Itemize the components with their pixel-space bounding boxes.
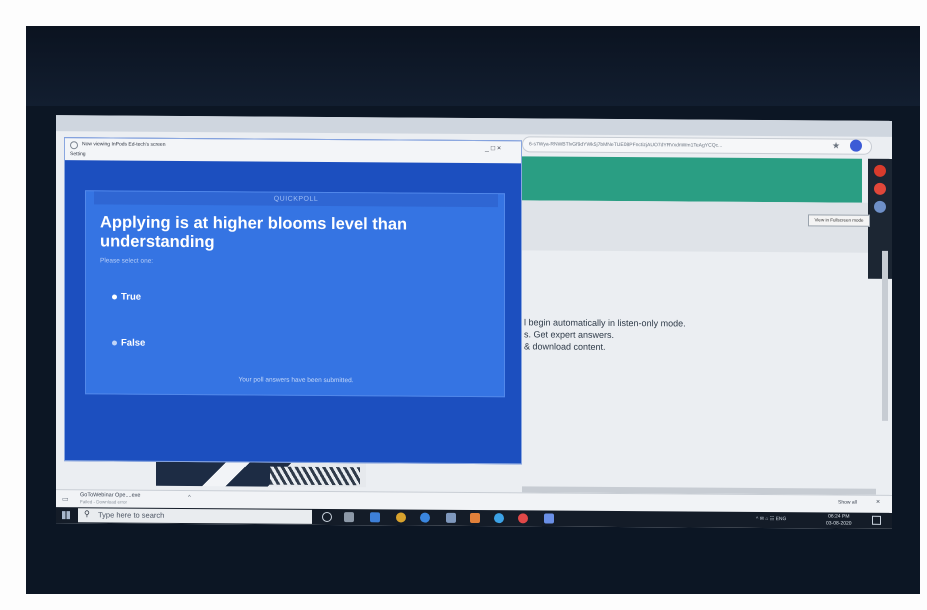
- clock-date: 03-08-2020: [826, 520, 852, 527]
- photo-frame: 6-s7Wya-RNWBTlvGf9dYWk5j7bMNeTUE08PFncti…: [0, 0, 927, 610]
- monitor-screen: 6-s7Wya-RNWBTlvGf9dYWk5j7bMNeTUE08PFncti…: [56, 115, 892, 529]
- download-file-icon: ▭: [62, 496, 69, 504]
- notification-icon[interactable]: [872, 515, 881, 525]
- skype-icon[interactable]: [494, 513, 504, 524]
- radio-selected-icon[interactable]: [112, 294, 117, 300]
- poll-option-false[interactable]: False: [112, 337, 146, 349]
- extension-fullscreen-icon[interactable]: [874, 200, 886, 213]
- screen-share-window: Now viewing InPods Ed-tech's screen Sett…: [64, 137, 522, 465]
- webinar-info-text: l begin automatically in listen-only mod…: [524, 316, 844, 354]
- radio-unselected-icon[interactable]: [112, 340, 117, 346]
- poll-header: QUICKPOLL: [94, 191, 498, 208]
- shield-icon[interactable]: [544, 513, 554, 524]
- poll-option-true[interactable]: True: [112, 291, 142, 303]
- close-icon[interactable]: ×: [876, 499, 880, 506]
- show-all-button[interactable]: Show all: [838, 500, 857, 506]
- chrome-icon[interactable]: [396, 512, 406, 523]
- webinar-banner: [522, 156, 862, 203]
- chevron-up-icon[interactable]: ^: [188, 495, 191, 501]
- quick-poll-panel: QUICKPOLL Applying is at higher blooms l…: [85, 190, 505, 398]
- profile-avatar-icon[interactable]: [850, 139, 862, 152]
- task-view-icon[interactable]: [344, 512, 354, 523]
- outlook-icon[interactable]: [370, 512, 380, 523]
- download-file-name[interactable]: GoToWebinar Ope....exe: [80, 492, 140, 498]
- taskbar-clock[interactable]: 06:24 PM 03-08-2020: [826, 513, 852, 527]
- browser-tab-bar: [56, 115, 892, 137]
- extension-record-icon[interactable]: [874, 164, 886, 177]
- hero-pattern: [270, 466, 360, 486]
- cortana-icon[interactable]: [322, 511, 332, 523]
- poll-submitted-message: Your poll answers have been submitted.: [238, 376, 354, 385]
- screen-share-icon: [70, 141, 78, 150]
- mail-icon[interactable]: [446, 512, 456, 523]
- poll-instruction: Please select one:: [100, 257, 154, 265]
- monitor-photo: 6-s7Wya-RNWBTlvGf9dYWk5j7bMNeTUE08PFncti…: [26, 26, 920, 594]
- search-input[interactable]: Type here to search: [98, 510, 164, 519]
- option-label: False: [121, 337, 146, 349]
- download-status: Failed - Download error: [80, 499, 128, 505]
- poll-question: Applying is at higher blooms level than …: [100, 213, 408, 252]
- windows-start-icon[interactable]: [62, 511, 70, 520]
- share-title-bar: Now viewing InPods Ed-tech's screen Sett…: [65, 138, 521, 164]
- webinar-line: & download content.: [524, 341, 606, 352]
- setting-menu[interactable]: Setting: [70, 151, 86, 157]
- fullscreen-tooltip: View in Fullscreen mode: [808, 214, 870, 227]
- viewing-label: Now viewing InPods Ed-tech's screen: [82, 141, 166, 148]
- edge-icon[interactable]: [420, 512, 430, 523]
- vertical-scrollbar[interactable]: [882, 250, 888, 421]
- bezel-top: [26, 26, 920, 106]
- system-tray[interactable]: ^ ✉ ⌂ ☷ ENG: [756, 516, 786, 522]
- window-controls[interactable]: _ □ ×: [485, 145, 501, 152]
- search-icon: ⚲: [84, 509, 90, 519]
- bookmark-star-icon[interactable]: ★: [832, 140, 840, 151]
- option-label: True: [121, 291, 142, 303]
- webinar-header-band: [522, 200, 868, 253]
- opera-icon[interactable]: [518, 513, 528, 524]
- vlc-icon[interactable]: [470, 512, 480, 524]
- extension-alert-icon[interactable]: [874, 182, 886, 195]
- address-bar[interactable]: 6-s7Wya-RNWBTlvGf9dYWk5j7bMNeTUE08PFncti…: [522, 136, 872, 155]
